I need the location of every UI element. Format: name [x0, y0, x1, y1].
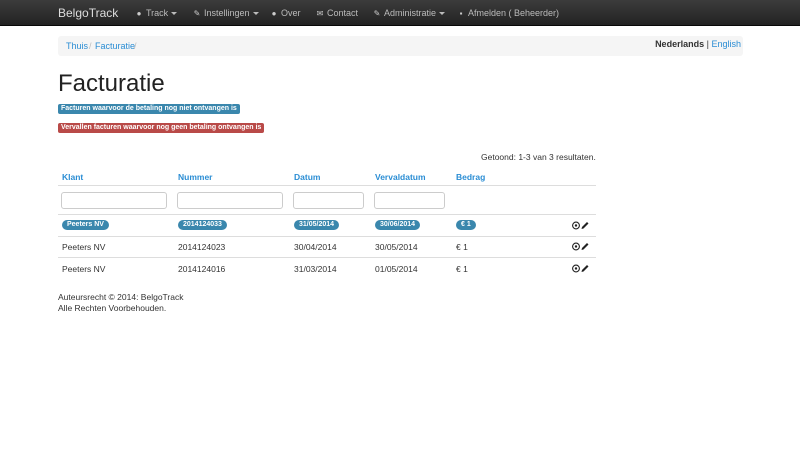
- caret-down-icon: [439, 12, 446, 16]
- legend-unpaid-badge: Facturen waarvoor de betaling nog niet o…: [58, 104, 240, 114]
- filter-klant-input[interactable]: [61, 192, 167, 209]
- cell-vervaldatum: 30/06/2014: [375, 220, 421, 230]
- caret-down-icon: [171, 12, 178, 16]
- filter-nummer-input[interactable]: [177, 192, 283, 209]
- caret-down-icon: [252, 12, 259, 16]
- view-icon[interactable]: [572, 264, 580, 273]
- column-header-vervaldatum[interactable]: Vervaldatum: [375, 172, 426, 182]
- navbar: BelgoTrack ● Track ✎ Instellingen ● Over ✉ C…: [0, 0, 800, 26]
- breadcrumb-home[interactable]: Thuis: [66, 41, 88, 51]
- nav-instellingen-label: Instellingen: [204, 8, 250, 18]
- nav-over-label: Over: [281, 8, 301, 18]
- edit-pencil-icon[interactable]: [581, 222, 589, 229]
- divider: [58, 185, 596, 186]
- cell-datum: 30/04/2014: [294, 242, 337, 252]
- row-actions: [572, 221, 590, 230]
- brand-link[interactable]: BelgoTrack: [58, 6, 118, 20]
- wrench-icon: ✎: [193, 9, 201, 18]
- legend-overdue-badge: Vervallen facturen waarvoor nog geen bet…: [58, 123, 265, 133]
- nav-track-label: Track: [146, 8, 169, 18]
- cell-datum: 31/03/2014: [294, 264, 337, 274]
- globe-icon: ●: [136, 9, 142, 18]
- row-actions: [572, 242, 590, 251]
- language-switcher: Nederlands | English: [655, 39, 741, 49]
- cell-vervaldatum: 30/05/2014: [375, 242, 418, 252]
- cell-klant: Peeters NV: [62, 220, 109, 230]
- divider: [58, 236, 596, 237]
- cell-klant: Peeters NV: [62, 242, 106, 252]
- nav-contact[interactable]: ✉ Contact: [316, 8, 358, 18]
- nav-track[interactable]: ● Track: [135, 8, 178, 18]
- cell-klant: Peeters NV: [62, 264, 106, 274]
- cell-bedrag: € 1: [456, 242, 468, 252]
- edit-pencil-icon[interactable]: [581, 265, 589, 272]
- divider: [58, 214, 596, 215]
- nav-over[interactable]: ● Over: [270, 8, 301, 18]
- nav-afmelden-label: Afmelden ( Beheerder): [468, 8, 560, 18]
- nav-administratie[interactable]: ✎ Administratie: [373, 8, 446, 18]
- nav-administratie-label: Administratie: [384, 8, 437, 18]
- column-header-klant[interactable]: Klant: [62, 172, 83, 182]
- language-separator: |: [706, 39, 709, 49]
- envelope-icon: ✉: [316, 9, 324, 18]
- column-header-datum[interactable]: Datum: [294, 172, 320, 182]
- cell-nummer: 2014124016: [178, 264, 226, 274]
- cell-datum: 31/05/2014: [294, 220, 340, 230]
- view-icon[interactable]: [572, 221, 580, 230]
- language-current: Nederlands: [655, 39, 705, 49]
- language-english-link[interactable]: English: [711, 39, 741, 49]
- lock-icon: ▪: [459, 9, 463, 18]
- wrench-icon: ✎: [373, 9, 381, 18]
- page-title: Facturatie: [58, 70, 165, 97]
- cell-vervaldatum: 01/05/2014: [375, 264, 418, 274]
- cell-bedrag: € 1: [456, 264, 468, 274]
- breadcrumb-separator: /: [89, 41, 92, 51]
- footer: Auteursrecht © 2014: BelgoTrack Alle Rec…: [58, 292, 183, 314]
- footer-rights: Alle Rechten Voorbehouden.: [58, 303, 167, 313]
- filter-vervaldatum-input[interactable]: [374, 192, 445, 209]
- row-actions: [572, 264, 590, 273]
- edit-pencil-icon[interactable]: [581, 243, 589, 250]
- cell-nummer: 2014124023: [178, 242, 226, 252]
- cell-nummer: 2014124033: [178, 220, 227, 230]
- column-header-bedrag[interactable]: Bedrag: [456, 172, 485, 182]
- footer-copyright: Auteursrecht © 2014: BelgoTrack: [58, 292, 184, 302]
- breadcrumb-facturatie[interactable]: Facturatie: [95, 41, 135, 51]
- nav-instellingen[interactable]: ✎ Instellingen: [193, 8, 259, 18]
- breadcrumb-separator: /: [134, 41, 137, 51]
- filter-datum-input[interactable]: [293, 192, 364, 209]
- column-header-nummer[interactable]: Nummer: [178, 172, 212, 182]
- question-circle-icon: ●: [271, 9, 277, 18]
- cell-bedrag: € 1: [456, 220, 476, 230]
- nav-afmelden[interactable]: ▪ Afmelden ( Beheerder): [457, 8, 559, 18]
- view-icon[interactable]: [572, 242, 580, 251]
- nav-contact-label: Contact: [327, 8, 359, 18]
- results-summary: Getoond: 1-3 van 3 resultaten.: [481, 152, 596, 162]
- divider: [58, 257, 596, 258]
- breadcrumb: Thuis / Facturatie / Nederlands | Englis…: [58, 36, 743, 56]
